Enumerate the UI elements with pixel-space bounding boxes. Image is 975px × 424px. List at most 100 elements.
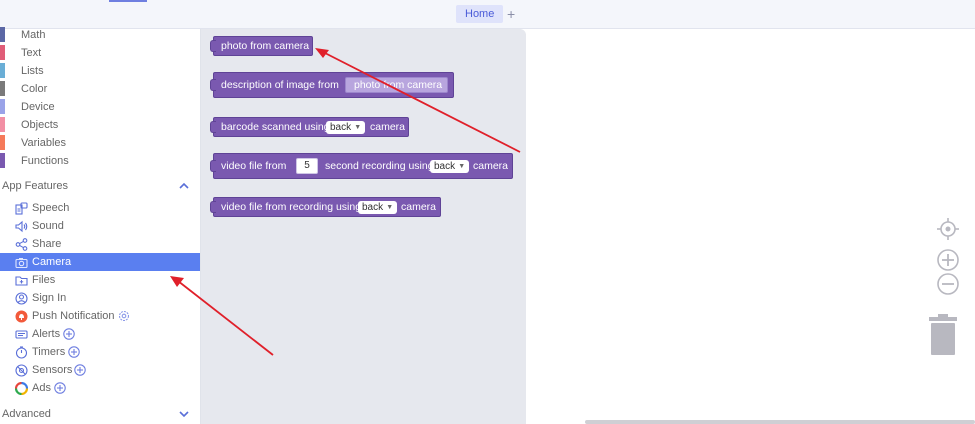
category-color[interactable]: Color bbox=[0, 80, 200, 98]
block-label: description of image from bbox=[221, 79, 339, 91]
camera-side-dropdown[interactable]: back ▼ bbox=[358, 201, 398, 214]
feature-label: Sign In bbox=[32, 292, 67, 304]
sound-icon bbox=[15, 220, 28, 233]
horizontal-scrollbar[interactable] bbox=[585, 420, 975, 424]
block-notch bbox=[210, 79, 216, 91]
block-notch bbox=[210, 40, 216, 52]
timers-icon bbox=[15, 346, 28, 359]
camera-side-dropdown[interactable]: back ▼ bbox=[326, 121, 366, 134]
category-color-swatch bbox=[0, 135, 5, 150]
category-label: Math bbox=[21, 29, 46, 41]
block-flyout: photo from camera description of image f… bbox=[201, 29, 526, 424]
feature-label: Alerts bbox=[32, 328, 61, 340]
category-color-swatch bbox=[0, 81, 5, 96]
feature-sound[interactable]: Sound bbox=[0, 217, 200, 235]
sign-in-icon bbox=[15, 292, 28, 305]
feature-ads[interactable]: Ads bbox=[0, 379, 200, 397]
section-label: Advanced bbox=[2, 408, 51, 420]
block-label: barcode scanned using bbox=[221, 121, 330, 133]
category-label: Lists bbox=[21, 65, 44, 77]
sidebar: Math Text Lists Color Device Objects Var… bbox=[0, 26, 201, 424]
add-plus-icon[interactable] bbox=[63, 328, 75, 340]
category-variables[interactable]: Variables bbox=[0, 134, 200, 152]
speech-icon bbox=[15, 202, 28, 215]
block-label: camera bbox=[401, 201, 437, 213]
files-icon bbox=[15, 276, 28, 286]
trash-icon[interactable] bbox=[927, 313, 959, 357]
add-plus-icon[interactable] bbox=[54, 382, 66, 394]
section-label: App Features bbox=[2, 180, 69, 192]
feature-sensors[interactable]: Sensors bbox=[0, 361, 200, 379]
category-text[interactable]: Text bbox=[0, 44, 200, 62]
tab-home[interactable]: Home bbox=[456, 5, 504, 23]
category-label: Color bbox=[21, 83, 48, 95]
category-objects[interactable]: Objects bbox=[0, 116, 200, 134]
recenter-icon[interactable] bbox=[936, 217, 960, 241]
category-label: Functions bbox=[21, 155, 69, 167]
feature-label: Ads bbox=[32, 382, 51, 394]
block-label: video file from bbox=[221, 160, 287, 172]
dropdown-value: back bbox=[330, 122, 352, 133]
top-bar-accent bbox=[109, 0, 147, 2]
settings-gear-icon[interactable] bbox=[118, 310, 130, 322]
block-description-of-image[interactable]: description of image from photo from cam… bbox=[210, 72, 454, 98]
category-color-swatch bbox=[0, 117, 5, 132]
category-lists[interactable]: Lists bbox=[0, 62, 200, 80]
feature-label: Camera bbox=[32, 256, 72, 268]
feature-sign-in[interactable]: Sign In bbox=[0, 289, 200, 307]
feature-timers[interactable]: Timers bbox=[0, 343, 200, 361]
block-workspace[interactable] bbox=[526, 29, 975, 424]
feature-label: Push Notification bbox=[32, 310, 115, 322]
feature-label: Sound bbox=[32, 220, 64, 232]
inner-block-photo-from-camera[interactable]: photo from camera bbox=[345, 77, 448, 93]
section-app-features[interactable]: App Features bbox=[0, 177, 200, 195]
feature-share[interactable]: Share bbox=[0, 235, 200, 253]
block-notch bbox=[210, 201, 216, 213]
feature-files[interactable]: Files bbox=[0, 271, 200, 289]
dropdown-caret-icon: ▼ bbox=[458, 163, 466, 170]
category-device[interactable]: Device bbox=[0, 98, 200, 116]
category-label: Text bbox=[21, 47, 42, 59]
feature-camera[interactable]: Camera bbox=[0, 253, 200, 271]
chevron-down-icon[interactable] bbox=[178, 408, 190, 420]
feature-label: Sensors bbox=[32, 364, 73, 376]
category-label: Variables bbox=[21, 137, 67, 149]
block-label: camera bbox=[370, 121, 406, 133]
dropdown-value: back bbox=[362, 202, 384, 213]
alerts-icon bbox=[15, 330, 28, 339]
block-video-file-from-recording[interactable]: video file from recording using back ▼ ca… bbox=[210, 197, 441, 217]
add-plus-icon[interactable] bbox=[74, 364, 86, 376]
feature-push-notification[interactable]: Push Notification bbox=[0, 307, 200, 325]
section-advanced[interactable]: Advanced bbox=[0, 405, 200, 423]
dropdown-value: back bbox=[434, 161, 456, 172]
dropdown-caret-icon: ▼ bbox=[354, 124, 362, 131]
feature-label: Files bbox=[32, 274, 56, 286]
chevron-up-icon[interactable] bbox=[178, 180, 190, 192]
category-color-swatch bbox=[0, 99, 5, 114]
camera-side-dropdown[interactable]: back ▼ bbox=[430, 160, 470, 173]
block-barcode-scanned[interactable]: barcode scanned using back ▼ camera bbox=[210, 117, 409, 137]
feature-label: Timers bbox=[32, 346, 66, 358]
sensors-icon bbox=[15, 364, 28, 377]
block-video-file-from[interactable]: video file from 5 second recording using… bbox=[210, 153, 513, 179]
share-icon bbox=[15, 238, 28, 251]
category-color-swatch bbox=[0, 153, 5, 168]
block-label: video file from recording using bbox=[221, 201, 362, 213]
feature-label: Speech bbox=[32, 202, 70, 214]
add-plus-icon[interactable] bbox=[68, 346, 80, 358]
block-photo-from-camera[interactable]: photo from camera bbox=[210, 36, 313, 56]
add-tab-button[interactable]: + bbox=[507, 5, 515, 23]
dropdown-caret-icon: ▼ bbox=[386, 204, 394, 211]
category-color-swatch bbox=[0, 27, 5, 42]
block-label: camera bbox=[473, 160, 509, 172]
category-label: Device bbox=[21, 101, 55, 113]
feature-alerts[interactable]: Alerts bbox=[0, 325, 200, 343]
feature-speech[interactable]: Speech bbox=[0, 199, 200, 217]
category-label: Objects bbox=[21, 119, 59, 131]
camera-icon bbox=[15, 258, 28, 269]
category-math[interactable]: Math bbox=[0, 26, 200, 44]
zoom-out-icon[interactable] bbox=[936, 272, 960, 296]
seconds-input[interactable]: 5 bbox=[296, 158, 318, 174]
zoom-in-icon[interactable] bbox=[936, 248, 960, 272]
category-functions[interactable]: Functions bbox=[0, 152, 200, 170]
